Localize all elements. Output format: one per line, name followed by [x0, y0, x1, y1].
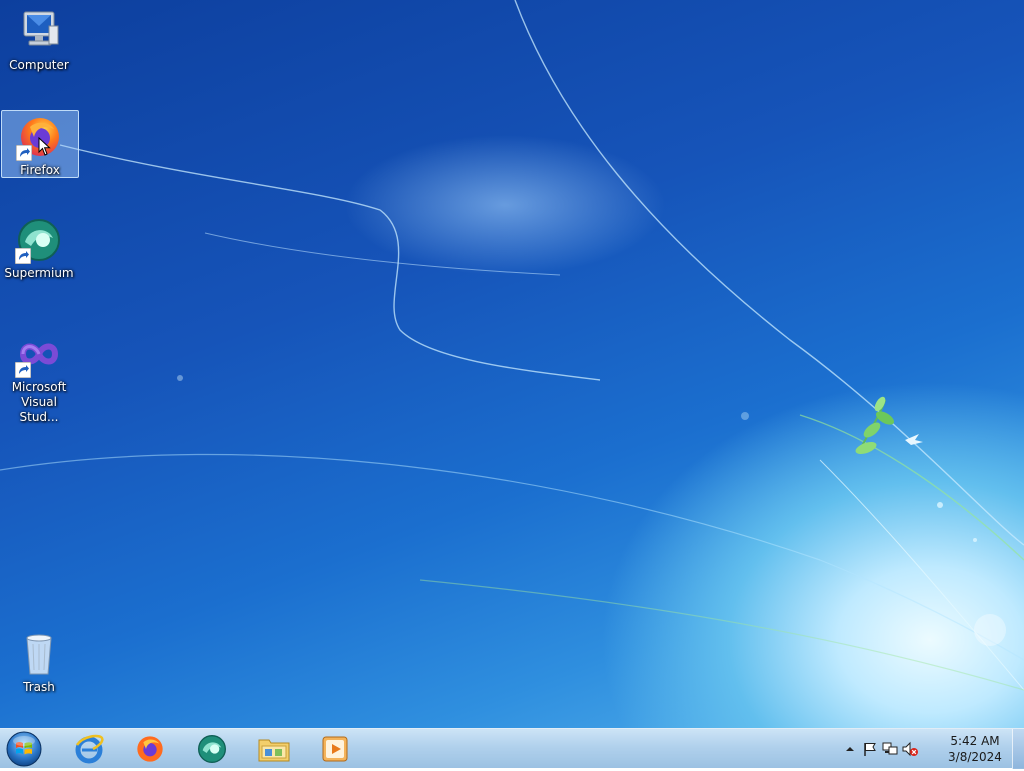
mouse-cursor-icon: [38, 137, 51, 156]
recycle-bin-icon: [15, 630, 63, 678]
firefox-icon: [137, 736, 163, 762]
file-explorer-icon: [258, 739, 290, 762]
taskbar: 5:42 AM 3/8/2024: [0, 728, 1024, 769]
desktop-icon-label: Supermium: [4, 266, 74, 280]
media-player-icon: [322, 736, 348, 762]
clock-time: 5:42 AM: [950, 734, 1000, 748]
desktop-icon-supermium[interactable]: Supermium: [1, 214, 77, 281]
taskbar-firefox[interactable]: [123, 731, 177, 767]
computer-icon: [15, 8, 63, 56]
supermium-icon: [15, 216, 63, 264]
system-tray: 5:42 AM 3/8/2024: [834, 729, 1024, 769]
desktop-icon-label: Trash: [23, 680, 55, 694]
shortcut-arrow-icon: [15, 362, 31, 378]
taskbar-file-explorer[interactable]: [247, 731, 301, 767]
internet-explorer-icon: [75, 734, 104, 764]
windows-orb-icon: [6, 731, 42, 767]
show-hidden-icons-chevron[interactable]: [842, 741, 858, 757]
leaf-branch-decoration: [855, 396, 923, 455]
action-center-flag-icon[interactable]: [862, 741, 878, 757]
desktop-icon-label: Firefox: [20, 163, 60, 177]
clock[interactable]: 5:42 AM 3/8/2024: [940, 733, 1010, 765]
desktop-icon-label: Computer: [9, 58, 69, 72]
start-button[interactable]: [6, 731, 42, 767]
desktop-icon-visual-studio[interactable]: Microsoft Visual Stud...: [1, 328, 77, 425]
desktop-icon-label: Microsoft Visual Stud...: [11, 380, 67, 424]
show-desktop-button[interactable]: [1012, 729, 1024, 769]
visual-studio-icon: [15, 330, 63, 378]
taskbar-supermium[interactable]: [185, 731, 239, 767]
wallpaper-art: [0, 0, 1024, 691]
volume-muted-icon[interactable]: [902, 741, 918, 757]
network-icon[interactable]: [882, 741, 898, 757]
taskbar-media-player[interactable]: [308, 731, 362, 767]
desktop-icon-trash[interactable]: Trash: [1, 628, 77, 695]
clock-date: 3/8/2024: [948, 750, 1002, 764]
supermium-icon: [198, 735, 226, 763]
desktop[interactable]: Computer Firefox Supermium Microsoft Vis…: [0, 0, 1024, 728]
shortcut-arrow-icon: [15, 248, 31, 264]
taskbar-internet-explorer[interactable]: [62, 731, 116, 767]
shortcut-arrow-icon: [16, 145, 32, 161]
desktop-icon-computer[interactable]: Computer: [1, 6, 77, 73]
